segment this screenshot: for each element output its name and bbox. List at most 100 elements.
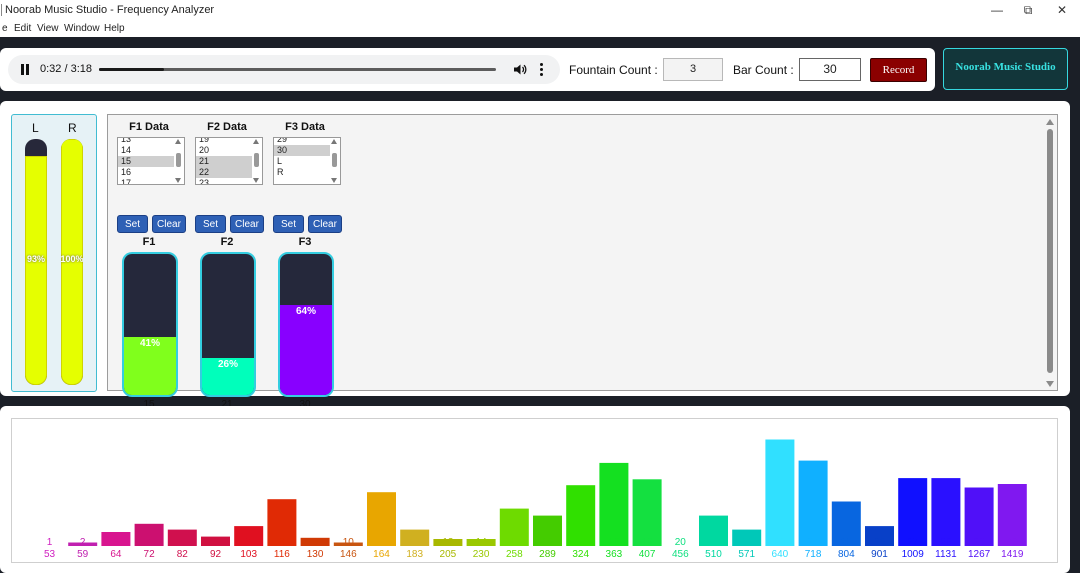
fountain-data-list[interactable]: 19 20 21 22 23 <box>195 137 263 185</box>
bar-index-label: 18 <box>608 537 620 548</box>
bar-index-label: 16 <box>542 537 554 548</box>
list-item[interactable]: 13 <box>121 138 177 145</box>
list-item[interactable]: 21 <box>196 156 252 167</box>
set-button[interactable]: Set <box>117 215 148 233</box>
bar-frequency-label: 1267 <box>968 549 991 560</box>
fountain-title: F1 <box>142 236 156 248</box>
control-panel: 0:32 / 3:18 Fountain Count : 3 Bar Count… <box>0 48 935 91</box>
maximize-button[interactable]: ⧉ <box>1019 2 1037 18</box>
vertical-scrollbar[interactable] <box>1044 117 1056 389</box>
list-scrollbar[interactable] <box>331 139 339 183</box>
pause-icon[interactable] <box>21 64 30 75</box>
list-item[interactable]: 14 <box>121 145 177 156</box>
clear-button[interactable]: Clear <box>152 215 186 233</box>
list-item[interactable]: 23 <box>199 178 255 184</box>
title-bar: Noorab Music Studio - Frequency Analyzer… <box>0 0 1080 21</box>
bar-frequency-label: 1419 <box>1001 549 1024 560</box>
list-scroll-thumb[interactable] <box>176 153 181 167</box>
list-scroll-up-icon[interactable] <box>331 139 337 144</box>
list-scrollbar[interactable] <box>253 139 261 183</box>
bar-index-label: 21 <box>708 537 720 548</box>
audio-player[interactable]: 0:32 / 3:18 <box>8 55 560 84</box>
fountain-count-input[interactable]: 3 <box>663 58 723 81</box>
list-scroll-thumb[interactable] <box>254 153 259 167</box>
list-item[interactable]: L <box>277 156 333 167</box>
list-scroll-thumb[interactable] <box>332 153 337 167</box>
fountain-level-meter: 64% <box>278 252 334 397</box>
bar-count-input[interactable]: 30 <box>799 58 861 81</box>
minimize-button[interactable]: — <box>988 2 1006 18</box>
volume-icon[interactable] <box>513 63 527 76</box>
list-item[interactable]: 16 <box>121 167 177 178</box>
bar-index-label: 1 <box>47 537 53 548</box>
fountain-data-list[interactable]: 13 14 15 16 17 <box>117 137 185 185</box>
bar-frequency-label: 258 <box>506 549 523 560</box>
set-button[interactable]: Set <box>195 215 226 233</box>
bar-index-label: 4 <box>146 537 152 548</box>
scroll-up-icon[interactable] <box>1046 119 1054 125</box>
bar-index-label: 20 <box>675 537 687 548</box>
menu-help[interactable]: Help <box>104 23 125 34</box>
list-scroll-up-icon[interactable] <box>253 139 259 144</box>
bar-frequency-label: 164 <box>373 549 390 560</box>
bar-frequency-label: 64 <box>110 549 122 560</box>
more-options-icon[interactable] <box>539 61 545 77</box>
list-item[interactable]: 15 <box>118 156 174 167</box>
fountain-data-list[interactable]: 29 30 L R <box>273 137 341 185</box>
seek-progress <box>99 68 164 71</box>
bar-index-label: 3 <box>113 537 119 548</box>
list-scroll-down-icon[interactable] <box>253 178 259 183</box>
list-item[interactable]: 19 <box>199 138 255 145</box>
list-item[interactable]: 17 <box>121 178 177 184</box>
list-item[interactable]: R <box>277 167 333 178</box>
scroll-down-icon[interactable] <box>1046 381 1054 387</box>
close-button[interactable]: ✕ <box>1053 2 1071 18</box>
menu-edit[interactable]: Edit <box>14 23 31 34</box>
bar-index-label: 26 <box>874 537 886 548</box>
clear-button[interactable]: Clear <box>230 215 264 233</box>
bar-frequency-label: 82 <box>177 549 189 560</box>
levels-panel: L R 93% 100% F1 Data 13 14 15 16 17 Set Clear F1… <box>0 101 1070 410</box>
bar-frequency-label: 205 <box>440 549 457 560</box>
bar-frequency-label: 183 <box>406 549 423 560</box>
list-item[interactable]: 20 <box>199 145 255 156</box>
set-button[interactable]: Set <box>273 215 304 233</box>
bar-frequency-label: 510 <box>705 549 722 560</box>
bar-frequency-label: 92 <box>210 549 222 560</box>
studio-logo: Noorab Music Studio <box>943 48 1068 90</box>
scroll-thumb[interactable] <box>1047 129 1053 373</box>
bar-index-label: 22 <box>741 537 753 548</box>
menu-view[interactable]: View <box>37 23 59 34</box>
bar-index-label: 29 <box>974 537 986 548</box>
seek-bar[interactable] <box>99 68 496 71</box>
menu-file[interactable]: e <box>2 23 8 34</box>
bar-index-label: 11 <box>376 537 387 548</box>
record-button[interactable]: Record <box>870 58 927 82</box>
bar-index-label: 17 <box>575 537 587 548</box>
clear-button[interactable]: Clear <box>308 215 342 233</box>
bar-index-label: 25 <box>841 537 853 548</box>
list-scroll-up-icon[interactable] <box>175 139 181 144</box>
bar-frequency-label: 72 <box>144 549 156 560</box>
list-scroll-down-icon[interactable] <box>175 178 181 183</box>
bar-index-label: 5 <box>180 537 186 548</box>
bar-frequency-label: 456 <box>672 549 689 560</box>
list-scrollbar[interactable] <box>175 139 183 183</box>
fountain-level-percent: 64% <box>295 306 316 317</box>
bar-frequency-label: 53 <box>44 549 56 560</box>
menu-window[interactable]: Window <box>64 23 100 34</box>
list-item[interactable]: 29 <box>277 138 333 145</box>
bar-index-label: 27 <box>907 537 919 548</box>
bar-frequency-label: 718 <box>805 549 822 560</box>
bar-frequency-label: 103 <box>240 549 257 560</box>
bar-frequency-label: 363 <box>606 549 623 560</box>
list-scroll-down-icon[interactable] <box>331 178 337 183</box>
list-item[interactable]: 30 <box>274 145 330 156</box>
bar-frequency-label: 1009 <box>902 549 925 560</box>
bar-frequency-label: 1131 <box>935 549 957 560</box>
list-item[interactable]: 22 <box>196 167 252 178</box>
bar-index-label: 23 <box>774 537 786 548</box>
bar-index-label: 13 <box>442 537 454 548</box>
fountain-level-meter: 26% <box>200 252 256 397</box>
right-channel-meter: 100% <box>61 139 83 385</box>
